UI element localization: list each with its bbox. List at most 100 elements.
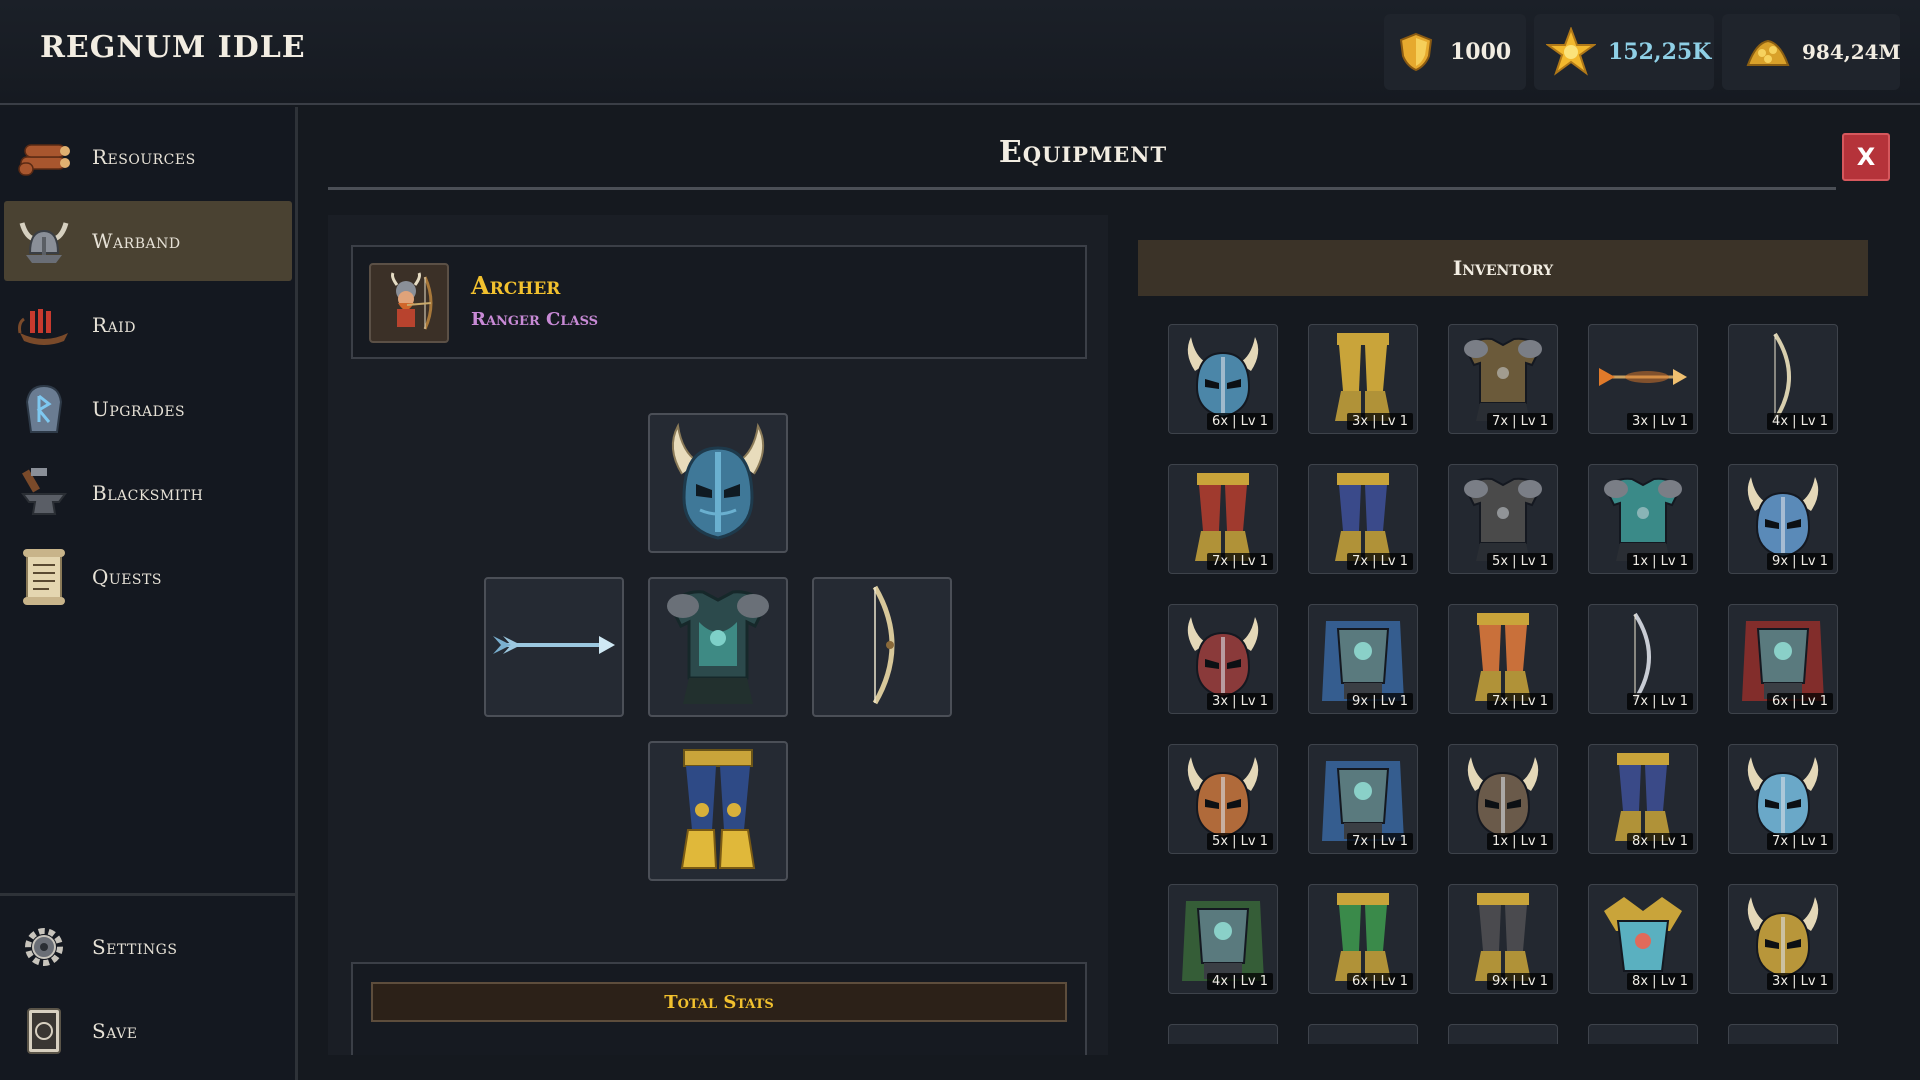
silver-bow-icon: [1623, 612, 1663, 706]
inventory-grid: 6x | Lv 1 3x | Lv 1 7x | Lv 1 3x | Lv 1 4x |…: [1168, 324, 1868, 1044]
sidebar-item-upgrades[interactable]: Upgrades: [4, 369, 292, 449]
equip-slot-weapon[interactable]: [484, 577, 624, 717]
shield-icon: [1398, 32, 1434, 72]
item-count-level: 8x | Lv 1: [1627, 833, 1693, 850]
item-count-level: 9x | Lv 1: [1767, 553, 1833, 570]
logs-icon: [14, 127, 74, 187]
sidebar-item-label: Upgrades: [92, 397, 186, 421]
close-button[interactable]: X: [1842, 133, 1890, 181]
item-count-level: 7x | Lv 1: [1767, 833, 1833, 850]
inventory-item[interactable]: 7x | Lv 1: [1448, 604, 1558, 714]
gold-resource: 984,24M: [1722, 14, 1901, 90]
shield-resource: 1000: [1384, 14, 1526, 90]
inventory-item[interactable]: 9x | Lv 1: [1728, 464, 1838, 574]
inventory-item[interactable]: [1728, 1024, 1838, 1044]
sidebar-item-raid[interactable]: Raid: [4, 285, 292, 365]
inventory-item[interactable]: 7x | Lv 1: [1728, 744, 1838, 854]
inventory-item[interactable]: 7x | Lv 1: [1168, 464, 1278, 574]
inventory-item[interactable]: 5x | Lv 1: [1448, 464, 1558, 574]
inventory-item[interactable]: 3x | Lv 1: [1168, 604, 1278, 714]
item-count-level: 9x | Lv 1: [1347, 693, 1413, 710]
inventory-item[interactable]: 7x | Lv 1: [1448, 324, 1558, 434]
inventory-item[interactable]: 1x | Lv 1: [1448, 744, 1558, 854]
equip-slot-offhand[interactable]: [812, 577, 952, 717]
item-count-level: 9x | Lv 1: [1487, 973, 1553, 990]
gold-horned-helmet-icon: [1741, 893, 1825, 985]
item-count-level: 1x | Lv 1: [1627, 553, 1693, 570]
save-book-icon: [14, 1001, 74, 1061]
blue-horned-helmet-icon: [1181, 333, 1265, 425]
item-count-level: 7x | Lv 1: [1487, 413, 1553, 430]
equipment-panel: Equipment X Archer Ranger Class Total St…: [328, 107, 1890, 1057]
inventory-item[interactable]: 6x | Lv 1: [1728, 604, 1838, 714]
sidebar-item-settings[interactable]: Settings: [4, 907, 292, 987]
sidebar-item-resources[interactable]: Resources: [4, 117, 292, 197]
star-icon: [1546, 27, 1596, 77]
inventory-item[interactable]: 7x | Lv 1: [1308, 464, 1418, 574]
inventory-item[interactable]: 6x | Lv 1: [1168, 324, 1278, 434]
equip-slot-chest[interactable]: [648, 577, 788, 717]
sidebar-item-blacksmith[interactable]: Blacksmith: [4, 453, 292, 533]
inventory-item[interactable]: [1308, 1024, 1418, 1044]
item-count-level: 7x | Lv 1: [1347, 833, 1413, 850]
sidebar-item-quests[interactable]: Quests: [4, 537, 292, 617]
inventory-item[interactable]: 3x | Lv 1: [1308, 324, 1418, 434]
sidebar-item-label: Settings: [92, 935, 178, 959]
archer-portrait-icon: [369, 263, 449, 343]
inventory-item[interactable]: 5x | Lv 1: [1168, 744, 1278, 854]
item-count-level: 6x | Lv 1: [1347, 973, 1413, 990]
inventory-item[interactable]: 1x | Lv 1: [1588, 464, 1698, 574]
inventory-item[interactable]: 4x | Lv 1: [1728, 324, 1838, 434]
inventory-item[interactable]: 9x | Lv 1: [1308, 604, 1418, 714]
inventory-item[interactable]: 3x | Lv 1: [1728, 884, 1838, 994]
star-resource: 152,25K: [1534, 14, 1714, 90]
anvil-icon: [14, 463, 74, 523]
sidebar-item-warband[interactable]: Warband: [4, 201, 292, 281]
blue-horned-helmet-icon: [660, 418, 776, 548]
arrow-icon: [491, 630, 617, 664]
fire-arrow-icon: [1597, 364, 1689, 394]
inventory-item[interactable]: [1448, 1024, 1558, 1044]
inventory-header: Inventory: [1138, 240, 1868, 296]
character-name: Archer: [471, 271, 561, 300]
inventory-item[interactable]: 6x | Lv 1: [1308, 884, 1418, 994]
total-stats-button[interactable]: Total Stats: [371, 982, 1067, 1022]
equip-slot-head[interactable]: [648, 413, 788, 553]
sidebar-item-label: Warband: [92, 229, 181, 253]
character-area: Archer Ranger Class Total Stats: [328, 215, 1108, 1055]
sidebar-item-label: Resources: [92, 145, 196, 169]
item-count-level: 7x | Lv 1: [1627, 693, 1693, 710]
sidebar-item-save[interactable]: Save: [4, 991, 292, 1071]
total-stats-panel: Total Stats: [351, 962, 1087, 1055]
gold-leg-armor-icon: [668, 746, 768, 876]
app-title: REGNUM IDLE: [40, 30, 306, 65]
inventory-item[interactable]: 8x | Lv 1: [1588, 744, 1698, 854]
inventory-item[interactable]: 4x | Lv 1: [1168, 884, 1278, 994]
teal-chest-armor-icon: [663, 582, 773, 712]
item-count-level: 6x | Lv 1: [1767, 693, 1833, 710]
page-title: Equipment: [998, 135, 1168, 170]
item-count-level: 3x | Lv 1: [1207, 693, 1273, 710]
sidebar-item-label: Blacksmith: [92, 481, 204, 505]
inventory-item[interactable]: [1168, 1024, 1278, 1044]
inventory-item[interactable]: 7x | Lv 1: [1308, 744, 1418, 854]
bow-icon: [857, 583, 907, 711]
item-count-level: 3x | Lv 1: [1347, 413, 1413, 430]
inventory-item[interactable]: 8x | Lv 1: [1588, 884, 1698, 994]
inventory-item[interactable]: 3x | Lv 1: [1588, 324, 1698, 434]
inventory-item[interactable]: 7x | Lv 1: [1588, 604, 1698, 714]
inventory-item[interactable]: [1588, 1024, 1698, 1044]
item-count-level: 1x | Lv 1: [1487, 833, 1553, 850]
item-count-level: 3x | Lv 1: [1767, 973, 1833, 990]
inventory-item[interactable]: 9x | Lv 1: [1448, 884, 1558, 994]
top-bar: REGNUM IDLE 1000 152,25K 984,24M: [0, 0, 1920, 105]
ice-horned-helmet-icon: [1741, 753, 1825, 845]
star-value: 152,25K: [1608, 39, 1712, 65]
gold-value: 984,24M: [1802, 40, 1901, 64]
equip-slot-legs[interactable]: [648, 741, 788, 881]
item-count-level: 4x | Lv 1: [1767, 413, 1833, 430]
sidebar-item-label: Save: [92, 1019, 138, 1043]
rune-stone-icon: [14, 379, 74, 439]
title-divider: [328, 187, 1836, 190]
frost-horned-helmet-icon: [1741, 473, 1825, 565]
